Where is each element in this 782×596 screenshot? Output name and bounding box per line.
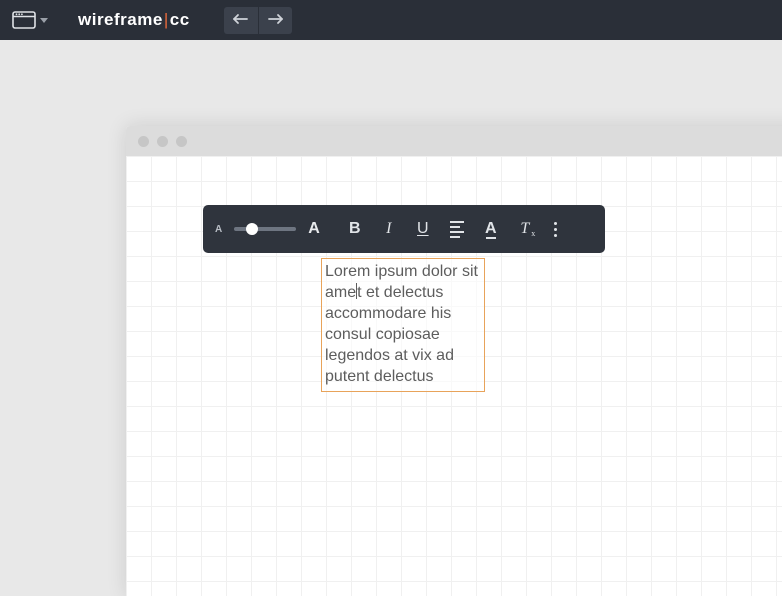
redo-icon: [266, 13, 284, 27]
chevron-down-icon: [40, 18, 48, 23]
clear-format-button[interactable]: Tx: [514, 217, 536, 241]
font-size-slider[interactable]: [234, 227, 296, 231]
history-controls: [224, 7, 292, 34]
font-size-max-label: A: [308, 220, 320, 238]
logo-separator: |: [163, 10, 170, 29]
undo-icon: [232, 13, 250, 27]
underline-button[interactable]: U: [412, 217, 434, 241]
font-size-min-label: A: [215, 224, 222, 235]
traffic-light-dot: [138, 136, 149, 147]
app-logo: wireframe|cc: [78, 10, 190, 30]
dot-icon: [554, 234, 557, 237]
undo-button[interactable]: [224, 7, 258, 34]
logo-text-2: cc: [170, 10, 190, 29]
dot-icon: [554, 222, 557, 225]
redo-button[interactable]: [258, 7, 292, 34]
align-button[interactable]: [446, 217, 468, 241]
device-picker[interactable]: [8, 9, 52, 31]
text-element[interactable]: Lorem ipsum dolor sit amet et delectus a…: [321, 258, 485, 392]
traffic-light-dot: [157, 136, 168, 147]
browser-window-icon: [12, 11, 36, 29]
text-color-button[interactable]: A: [480, 217, 502, 241]
app-header: wireframe|cc: [0, 0, 782, 40]
logo-text-1: wireframe: [78, 10, 163, 29]
bold-button[interactable]: B: [344, 217, 366, 241]
dot-icon: [554, 228, 557, 231]
traffic-light-dot: [176, 136, 187, 147]
slider-thumb[interactable]: [246, 223, 258, 235]
mock-browser-window: A A B I U A Tx: [126, 126, 782, 596]
italic-button[interactable]: I: [378, 217, 400, 241]
more-options-button[interactable]: [554, 222, 557, 237]
stage: A A B I U A Tx: [0, 40, 782, 555]
wireframe-canvas[interactable]: A A B I U A Tx: [126, 156, 782, 596]
window-titlebar: [126, 126, 782, 156]
align-left-icon: [450, 221, 464, 238]
text-format-toolbar: A A B I U A Tx: [203, 205, 605, 253]
